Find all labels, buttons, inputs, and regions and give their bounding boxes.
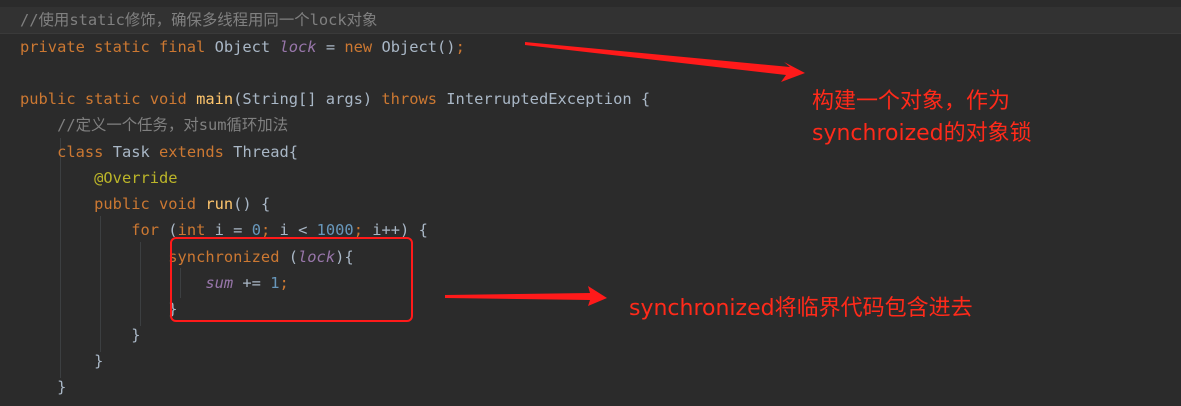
- sync-annotation: synchronized将临界代码包含进去: [629, 296, 973, 321]
- code-editor[interactable]: //使用static修饰，确保多线程用同一个lock对象 private stat…: [0, 0, 1181, 406]
- lock-arrow-icon: [525, 42, 805, 82]
- annotation-arrows: [445, 42, 805, 306]
- lock-annotation-line1: 构建一个对象，作为: [812, 89, 1011, 114]
- sync-arrow-icon: [445, 286, 607, 306]
- lock-annotation-line2: synchroized的对象锁: [812, 121, 1032, 146]
